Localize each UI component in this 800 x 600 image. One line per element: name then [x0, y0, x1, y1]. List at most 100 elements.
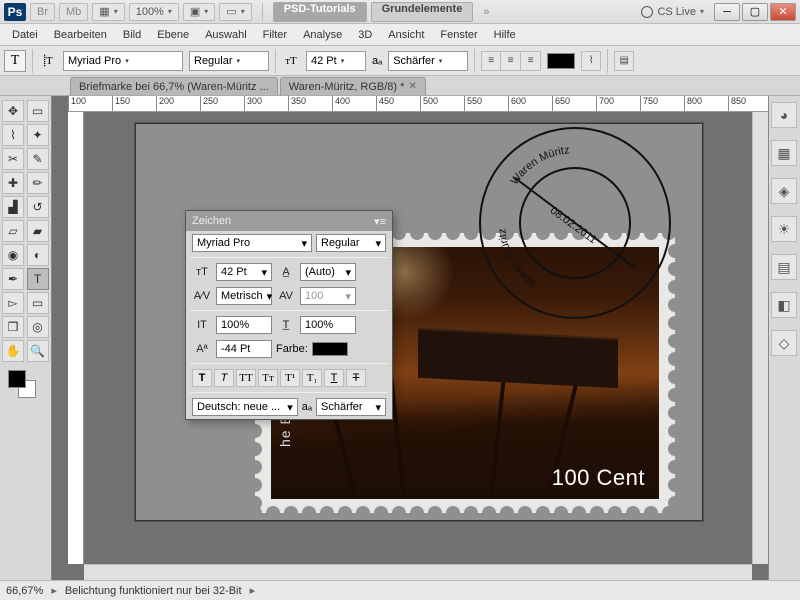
- swatches-panel-icon[interactable]: ▦: [771, 140, 797, 166]
- z-subscript[interactable]: T₁: [302, 369, 322, 387]
- font-style-dropdown[interactable]: Regular▾: [189, 51, 269, 71]
- z-italic[interactable]: T: [214, 369, 234, 387]
- font-size-dropdown[interactable]: 42 Pt▾: [306, 51, 366, 71]
- text-color-swatch[interactable]: [547, 53, 575, 69]
- 3d-tool[interactable]: ❒: [2, 316, 24, 338]
- minibridge-button[interactable]: Mb: [59, 3, 88, 21]
- menu-3d[interactable]: 3D: [350, 24, 380, 46]
- z-vscale[interactable]: 100%: [216, 316, 272, 334]
- wand-tool[interactable]: ✦: [27, 124, 49, 146]
- window-minimize[interactable]: ─: [714, 3, 740, 21]
- color-swatches[interactable]: [2, 368, 49, 402]
- menu-ebene[interactable]: Ebene: [149, 24, 197, 46]
- menu-bearbeiten[interactable]: Bearbeiten: [46, 24, 115, 46]
- menu-auswahl[interactable]: Auswahl: [197, 24, 255, 46]
- z-allcaps[interactable]: TT: [236, 369, 256, 387]
- ruler-vertical[interactable]: [68, 112, 84, 564]
- menu-bild[interactable]: Bild: [115, 24, 149, 46]
- z-bold[interactable]: T: [192, 369, 212, 387]
- workspace-tab-active[interactable]: PSD-Tutorials: [273, 2, 367, 22]
- z-baseline[interactable]: -44 Pt: [216, 340, 272, 358]
- scrollbar-vertical[interactable]: [752, 112, 768, 564]
- marquee-tool[interactable]: ▭: [27, 100, 49, 122]
- healing-tool[interactable]: ✚: [2, 172, 24, 194]
- z-strikethrough[interactable]: T: [346, 369, 366, 387]
- workspace-tab-inactive[interactable]: Grundelemente: [371, 2, 474, 22]
- workspace-more[interactable]: »: [477, 6, 495, 18]
- z-color-swatch[interactable]: [312, 342, 348, 356]
- status-arrow-2[interactable]: ▸: [250, 584, 256, 597]
- z-tracking[interactable]: 100▾: [300, 287, 356, 305]
- arrange-dropdown[interactable]: ▣ ▾: [183, 3, 215, 21]
- doc-tab-1[interactable]: Briefmarke bei 66,7% (Waren-Müritz ...: [70, 77, 278, 95]
- warp-text[interactable]: ⌇: [581, 51, 601, 71]
- align-center[interactable]: ≡: [501, 51, 521, 71]
- eyedropper-tool[interactable]: ✎: [27, 148, 49, 170]
- doc-tab-2[interactable]: Waren-Müritz, RGB/8) *✕: [280, 77, 426, 95]
- menu-hilfe[interactable]: Hilfe: [486, 24, 524, 46]
- z-underline[interactable]: T: [324, 369, 344, 387]
- z-font-size[interactable]: 42 Pt▾: [216, 263, 272, 281]
- scrollbar-horizontal[interactable]: [84, 564, 752, 580]
- lasso-tool[interactable]: ⌇: [2, 124, 24, 146]
- menu-filter[interactable]: Filter: [255, 24, 295, 46]
- eraser-tool[interactable]: ▱: [2, 220, 24, 242]
- status-arrow[interactable]: ▸: [51, 584, 57, 597]
- z-leading[interactable]: (Auto)▾: [300, 263, 356, 281]
- z-language[interactable]: Deutsch: neue ...▾: [192, 398, 298, 416]
- z-font-style[interactable]: Regular▾: [316, 234, 386, 252]
- screenmode-dropdown[interactable]: ▭ ▾: [219, 3, 251, 21]
- toggle-panels[interactable]: ▤: [614, 51, 634, 71]
- align-left[interactable]: ≡: [481, 51, 501, 71]
- move-tool[interactable]: ✥: [2, 100, 24, 122]
- z-smallcaps[interactable]: Tᴛ: [258, 369, 278, 387]
- shape-tool[interactable]: ▭: [27, 292, 49, 314]
- align-right[interactable]: ≡: [521, 51, 541, 71]
- z-superscript[interactable]: T¹: [280, 369, 300, 387]
- bridge-button[interactable]: Br: [30, 3, 55, 21]
- adjustments-panel-icon[interactable]: ☀: [771, 216, 797, 242]
- window-close[interactable]: ✕: [770, 3, 796, 21]
- channels-panel-icon[interactable]: ◧: [771, 292, 797, 318]
- crop-tool[interactable]: ✂: [2, 148, 24, 170]
- z-antialias[interactable]: Schärfer▾: [316, 398, 386, 416]
- menu-fenster[interactable]: Fenster: [432, 24, 485, 46]
- hand-tool[interactable]: ✋: [2, 340, 24, 362]
- cslive-button[interactable]: CS Live ▾: [641, 6, 704, 18]
- menu-analyse[interactable]: Analyse: [295, 24, 350, 46]
- pen-tool[interactable]: ✒: [2, 268, 24, 290]
- blur-tool[interactable]: ◉: [2, 244, 24, 266]
- antialias-dropdown[interactable]: Schärfer▾: [388, 51, 468, 71]
- paths-panel-icon[interactable]: ◇: [771, 330, 797, 356]
- path-select-tool[interactable]: ▻: [2, 292, 24, 314]
- foreground-color[interactable]: [8, 370, 26, 388]
- stamp-tool[interactable]: ▟: [2, 196, 24, 218]
- status-message: Belichtung funktioniert nur bei 32-Bit: [65, 585, 242, 597]
- zoom-tool[interactable]: 🔍: [27, 340, 49, 362]
- menu-ansicht[interactable]: Ansicht: [380, 24, 432, 46]
- text-orientation[interactable]: ⸽T: [39, 52, 57, 70]
- font-family-dropdown[interactable]: Myriad Pro▾: [63, 51, 183, 71]
- menu-datei[interactable]: Datei: [4, 24, 46, 46]
- 3d-camera-tool[interactable]: ◎: [27, 316, 49, 338]
- gradient-tool[interactable]: ▰: [27, 220, 49, 242]
- color-panel-icon[interactable]: ◕: [771, 102, 797, 128]
- status-zoom[interactable]: 66,67%: [6, 585, 43, 597]
- tool-preset[interactable]: T: [4, 50, 26, 72]
- z-hscale[interactable]: 100%: [300, 316, 356, 334]
- window-maximize[interactable]: ▢: [742, 3, 768, 21]
- type-tool[interactable]: T: [27, 268, 49, 290]
- character-panel[interactable]: Zeichen ▾≡ Myriad Pro▾ Regular▾ тT 42 Pt…: [185, 210, 393, 420]
- brush-tool[interactable]: ✏: [27, 172, 49, 194]
- ruler-horizontal[interactable]: 1001502002503003504004505005506006507007…: [68, 96, 768, 112]
- styles-panel-icon[interactable]: ◈: [771, 178, 797, 204]
- z-font-family[interactable]: Myriad Pro▾: [192, 234, 312, 252]
- history-brush-tool[interactable]: ↺: [27, 196, 49, 218]
- view-extras-dropdown[interactable]: ▦ ▾: [92, 3, 124, 21]
- panel-menu-icon[interactable]: ▾≡: [374, 215, 386, 228]
- layers-panel-icon[interactable]: ▤: [771, 254, 797, 280]
- dodge-tool[interactable]: ◐: [27, 244, 49, 266]
- z-kerning[interactable]: Metrisch▾: [216, 287, 272, 305]
- close-icon[interactable]: ✕: [408, 81, 416, 92]
- zoom-dropdown[interactable]: 100% ▾: [129, 3, 179, 21]
